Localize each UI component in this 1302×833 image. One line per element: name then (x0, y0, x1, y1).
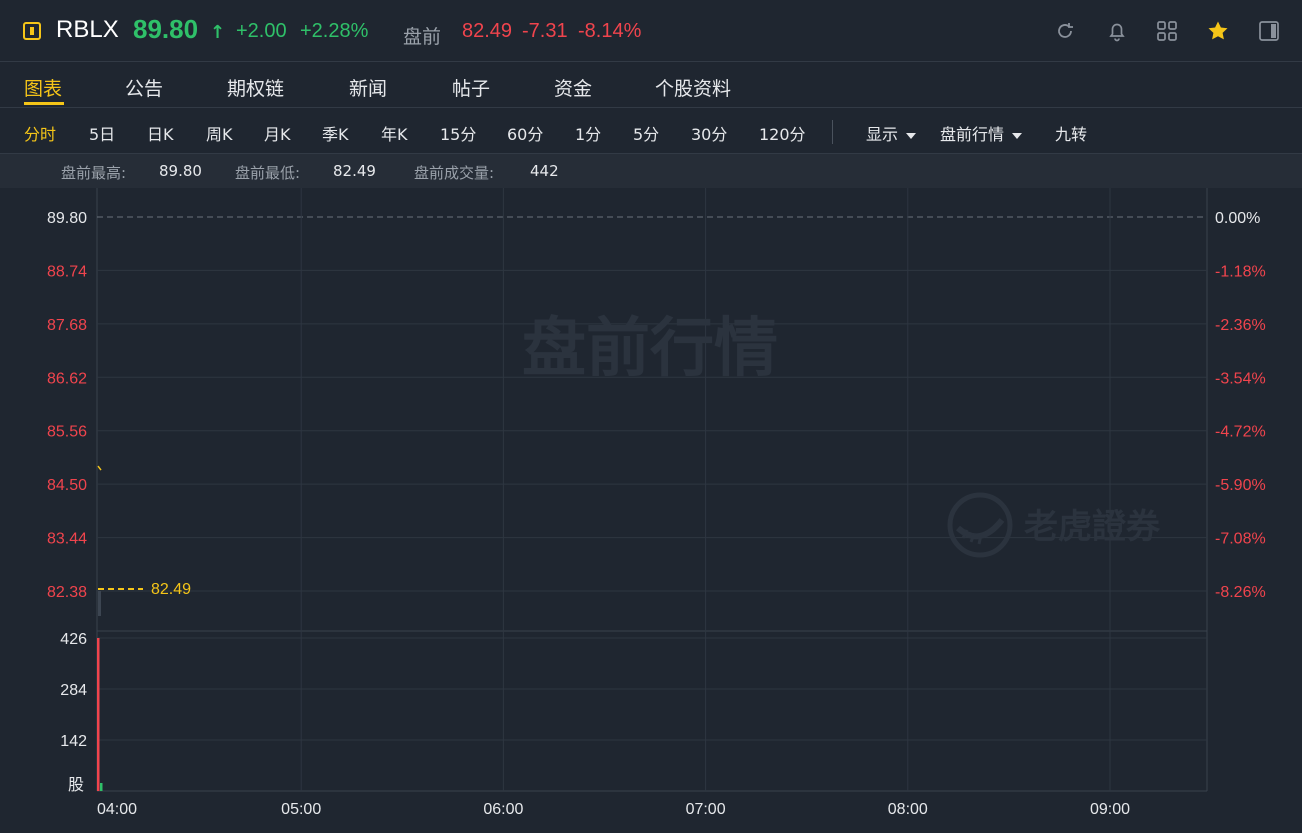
period-60min[interactable]: 60分 (507, 121, 543, 145)
percent-tick-label: -7.08% (1215, 531, 1266, 548)
chart-grid (96, 188, 1208, 792)
display-dropdown[interactable]: 显示 (866, 121, 917, 145)
tab-profile[interactable]: 个股资料 (655, 74, 731, 101)
percent-tick-label: -5.90% (1215, 477, 1266, 494)
price-tick-label: 87.68 (47, 317, 87, 334)
period-15min[interactable]: 15分 (440, 121, 476, 145)
volume-tick-label: 426 (60, 631, 87, 648)
percent-tick-label: -1.18% (1215, 263, 1266, 280)
premarket-volume-value: 442 (530, 162, 559, 180)
time-tick-label: 08:00 (888, 801, 928, 818)
tab-announcements[interactable]: 公告 (125, 74, 163, 101)
chart-watermark: 盘前行情 (522, 312, 778, 386)
tab-chart[interactable]: 图表 (24, 74, 62, 101)
premarket-high-value: 89.80 (159, 162, 202, 180)
star-icon[interactable] (1207, 20, 1229, 42)
tiger-brand-text: 老虎證券 (1024, 507, 1161, 547)
current-price-label: 82.49 (151, 581, 191, 598)
percent-tick-label: -4.72% (1215, 424, 1266, 441)
panel-icon[interactable] (1258, 20, 1280, 42)
last-price: 89.80 (133, 14, 199, 44)
percent-tick-label: -8.26% (1215, 584, 1266, 601)
premarket-high-label: 盘前最高: (61, 164, 127, 182)
price-tick-label: 89.80 (47, 210, 87, 227)
percent-tick-label: -2.36% (1215, 317, 1266, 334)
percent-tick-label: -3.54% (1215, 370, 1266, 387)
period-5min[interactable]: 5分 (633, 121, 659, 145)
premarket-change: -7.31 (522, 20, 568, 42)
tab-posts[interactable]: 帖子 (452, 74, 490, 101)
price-tick-label: 88.74 (47, 263, 87, 280)
price-up-arrow-icon: ↑ (210, 22, 226, 43)
period-1min[interactable]: 1分 (575, 121, 601, 145)
chevron-down-icon (1012, 132, 1023, 139)
price-tick-label: 85.56 (47, 424, 87, 441)
display-label: 显示 (866, 125, 899, 144)
period-intraday[interactable]: 分时 (24, 121, 56, 145)
percent-tick-label: 0.00% (1215, 210, 1260, 227)
active-tab-indicator (24, 102, 64, 105)
chart-toolbar: 分时 5日 日K 周K 月K 季K 年K 15分 60分 1分 5分 30分 1… (0, 108, 1302, 154)
time-tick-label: 07:00 (686, 801, 726, 818)
time-tick-label: 04:00 (97, 801, 137, 818)
premarket-quotes-dropdown[interactable]: 盘前行情 (940, 121, 1023, 145)
main-tabs: 图表 公告 期权链 新闻 帖子 资金 个股资料 (0, 62, 1302, 108)
time-tick-label: 09:00 (1090, 801, 1130, 818)
period-weekly[interactable]: 周K (206, 121, 233, 145)
nine-turn-button[interactable]: 九转 (1055, 121, 1087, 145)
grid-icon[interactable] (1156, 20, 1178, 42)
price-tick-label: 82.38 (47, 584, 87, 601)
volume-tick-label: 284 (60, 682, 87, 699)
refresh-icon[interactable] (1054, 20, 1076, 42)
price-change-percent: +2.28% (300, 20, 369, 42)
price-line-point (97, 465, 102, 471)
premarket-quotes-label: 盘前行情 (940, 125, 1005, 144)
time-tick-label: 06:00 (483, 801, 523, 818)
tab-option-chain[interactable]: 期权链 (227, 74, 284, 101)
volume-unit-label: 股 (68, 775, 84, 794)
price-tick-label: 86.62 (47, 370, 87, 387)
premarket-low-label: 盘前最低: (235, 164, 301, 182)
period-quarterly[interactable]: 季K (322, 121, 349, 145)
bell-icon[interactable] (1106, 20, 1128, 42)
premarket-label: 盘前 (403, 26, 442, 48)
period-yearly[interactable]: 年K (381, 121, 408, 145)
period-monthly[interactable]: 月K (264, 121, 291, 145)
price-change: +2.00 (236, 20, 287, 42)
ticker-symbol: RBLX (56, 16, 119, 43)
period-120min[interactable]: 120分 (759, 121, 806, 145)
tiger-brand-logo: 老虎證券 (947, 492, 1161, 558)
price-range-shade (98, 591, 101, 616)
quote-header: RBLX 89.80 ↑ +2.00 +2.28% 盘前 82.49 -7.31… (0, 0, 1302, 62)
market-status-icon (23, 22, 41, 40)
premarket-volume-label: 盘前成交量: (414, 164, 495, 182)
volume-bar (100, 783, 103, 791)
time-tick-label: 05:00 (281, 801, 321, 818)
volume-tick-label: 142 (60, 733, 87, 750)
premarket-stats-bar: 盘前最高: 89.80 盘前最低: 82.49 盘前成交量: 442 (0, 154, 1302, 188)
period-5day[interactable]: 5日 (89, 121, 115, 145)
volume-bar (97, 638, 100, 791)
chevron-down-icon (906, 132, 917, 139)
tab-capital-flow[interactable]: 资金 (554, 74, 592, 101)
premarket-change-percent: -8.14% (578, 20, 642, 42)
period-30min[interactable]: 30分 (691, 121, 727, 145)
toolbar-divider (832, 120, 833, 144)
tab-news[interactable]: 新闻 (349, 74, 387, 101)
premarket-low-value: 82.49 (333, 162, 376, 180)
price-tick-label: 83.44 (47, 531, 87, 548)
period-daily[interactable]: 日K (147, 121, 174, 145)
price-tick-label: 84.50 (47, 477, 87, 494)
premarket-price: 82.49 (462, 20, 513, 42)
intraday-chart[interactable]: 盘前行情 老虎證券 89.80 88.74 87.68 86.62 85.56 84.50… (0, 188, 1302, 833)
